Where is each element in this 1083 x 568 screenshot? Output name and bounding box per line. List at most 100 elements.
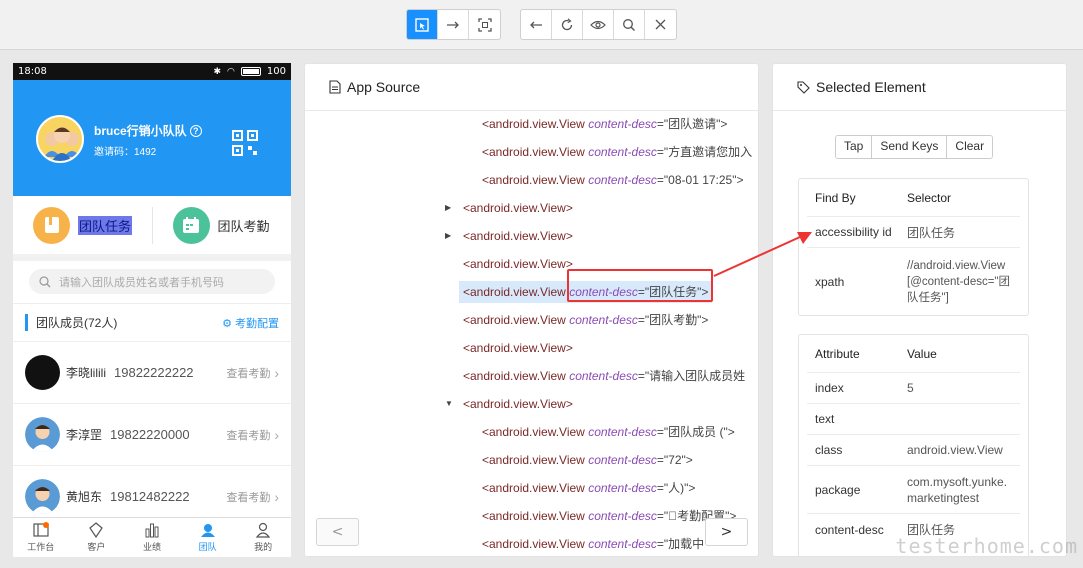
select-element-icon[interactable]	[407, 10, 438, 39]
node-attribute: content-desc	[588, 537, 657, 551]
task-icon	[33, 206, 70, 244]
eye-icon[interactable]	[583, 10, 614, 39]
source-node[interactable]: <android.view.View content-desc="团队考勤">	[463, 309, 708, 331]
tab-performance[interactable]: 业绩	[124, 518, 180, 557]
table-header: Attribute Value	[807, 335, 1020, 373]
prev-button[interactable]: <	[316, 518, 359, 546]
node-tag: <android.view.View	[482, 509, 585, 523]
tap-by-coordinate-icon[interactable]	[469, 10, 500, 39]
view-attendance-link[interactable]: 查看考勤	[226, 427, 270, 443]
send-keys-button[interactable]: Send Keys	[872, 136, 948, 158]
selected-node-highlight	[567, 269, 713, 302]
wifi-icon: ◠	[227, 66, 235, 77]
team-icon	[200, 524, 215, 537]
close-icon[interactable]	[645, 10, 676, 39]
team-attendance-button[interactable]: 团队考勤	[153, 206, 292, 244]
tap-button[interactable]: Tap	[836, 136, 873, 158]
tab-workbench[interactable]: 工作台	[13, 518, 69, 557]
expand-arrow-icon[interactable]: ▶	[445, 203, 455, 212]
bluetooth-icon: ✱	[213, 66, 222, 77]
members-title: 团队成员(72人)	[25, 314, 117, 331]
team-header: bruce行销小队队? 邀请码：1492	[13, 80, 291, 196]
chevron-right-icon: ›	[274, 488, 279, 505]
node-tag: <android.view.View>	[463, 201, 573, 215]
help-icon[interactable]: ?	[189, 125, 202, 137]
find-by-value: //android.view.View[@content-desc="团队任务"…	[907, 259, 1011, 304]
table-row: class android.view.View	[807, 435, 1020, 466]
attribute-key: package	[815, 482, 861, 497]
member-row[interactable]: 李晓lilili 19822222222 查看考勤 ›	[13, 341, 291, 403]
attendance-config-link[interactable]: ⚙ 考勤配置	[222, 315, 279, 331]
qr-code-icon[interactable]	[232, 130, 258, 156]
source-node[interactable]: <android.view.View>	[463, 197, 573, 219]
collapse-arrow-icon[interactable]: ▼	[445, 399, 455, 408]
member-phone: 19812482222	[110, 489, 190, 504]
source-node[interactable]: <android.view.View content-desc="72">	[482, 449, 693, 471]
expand-arrow-icon[interactable]: ▶	[445, 231, 455, 240]
team-task-button[interactable]: 团队任务	[13, 206, 153, 244]
customer-icon	[89, 522, 104, 538]
source-node[interactable]: <android.view.View>	[463, 393, 573, 415]
tab-label: 客户	[87, 542, 106, 552]
tab-label: 团队	[198, 542, 217, 552]
tab-team[interactable]: 团队	[180, 518, 236, 557]
view-attendance-link[interactable]: 查看考勤	[226, 365, 270, 381]
app-source-header: App Source	[305, 64, 758, 111]
node-tag: <android.view.View>	[463, 341, 573, 355]
node-tag: <android.view.View	[482, 145, 585, 159]
source-node[interactable]: <android.view.View content-desc="方直邀请您加入	[482, 141, 752, 163]
tab-profile[interactable]: 我的	[235, 518, 291, 557]
clear-button[interactable]: Clear	[947, 136, 993, 158]
node-value: ="团队成员 (">	[656, 425, 735, 439]
prev-label: <	[331, 524, 344, 540]
member-search-input[interactable]: 请输入团队成员姓名或者手机号码	[29, 269, 275, 294]
member-name: 李晓lilili	[66, 366, 106, 380]
table-row: index 5	[807, 373, 1020, 404]
node-value: ="方直邀请您加入	[656, 145, 753, 159]
members-header: 团队成员(72人) ⚙ 考勤配置	[13, 303, 291, 341]
team-task-label: 团队任务	[78, 215, 133, 235]
find-by-value: 团队任务	[907, 225, 956, 240]
invite-code: 邀请码：1492	[94, 147, 157, 158]
next-button[interactable]: >	[705, 518, 748, 546]
attribute-key: text	[815, 412, 835, 426]
back-icon[interactable]	[521, 10, 552, 39]
node-tag: <android.view.View	[482, 117, 585, 131]
table-row: text	[807, 404, 1020, 435]
node-value: ="团队邀请">	[656, 117, 728, 131]
status-bar: 18:08 ✱ ◠ 100	[13, 63, 291, 80]
node-value: ="请输入团队成员姓	[637, 369, 746, 383]
source-node[interactable]: <android.view.View content-desc="加载中	[482, 533, 704, 555]
source-node[interactable]: <android.view.View content-desc="团队邀请">	[482, 113, 727, 135]
node-attribute: content-desc	[588, 173, 657, 187]
table-row[interactable]: xpath //android.view.View[@content-desc=…	[807, 248, 1020, 315]
attributes-table: Attribute Value index 5 text class andro…	[798, 334, 1029, 556]
device-screenshot[interactable]: 18:08 ✱ ◠ 100 bruce行销小队队? 邀请码：1492 团队任务 …	[13, 63, 291, 557]
table-row[interactable]: accessibility id 团队任务	[807, 217, 1020, 248]
node-tag: <android.view.View>	[463, 257, 573, 271]
source-node[interactable]: <android.view.View>	[463, 253, 573, 275]
member-avatar	[25, 355, 60, 390]
node-value: ="加载中	[656, 537, 705, 551]
view-attendance-link[interactable]: 查看考勤	[226, 489, 270, 505]
swipe-arrow-icon[interactable]	[438, 10, 469, 39]
source-node[interactable]: <android.view.View>	[463, 225, 573, 247]
member-name: 黄旭东	[66, 490, 103, 504]
tab-customer[interactable]: 客户	[69, 518, 125, 557]
node-tag: <android.view.View>	[463, 229, 573, 243]
node-tag: <android.view.View	[482, 481, 585, 495]
member-row[interactable]: 李淳罡 19822220000 查看考勤 ›	[13, 403, 291, 465]
node-attribute: content-desc	[588, 481, 657, 495]
source-node[interactable]: <android.view.View content-desc="人)">	[482, 477, 695, 499]
node-tag: <android.view.View	[463, 313, 566, 327]
header-find-by: Find By	[815, 190, 856, 205]
source-node[interactable]: <android.view.View content-desc="08-01 1…	[482, 169, 744, 191]
node-tag: <android.view.View	[463, 285, 566, 299]
refresh-icon[interactable]	[552, 10, 583, 39]
source-node[interactable]: <android.view.View>	[463, 337, 573, 359]
source-node[interactable]: <android.view.View content-desc="团队成员 ("…	[482, 421, 735, 443]
source-node[interactable]: <android.view.View content-desc="请输入团队成员…	[463, 365, 745, 387]
battery-level: 100	[266, 66, 286, 77]
search-icon[interactable]	[614, 10, 645, 39]
source-node[interactable]: <android.view.View content-desc=" 考勤配置">	[482, 505, 736, 527]
